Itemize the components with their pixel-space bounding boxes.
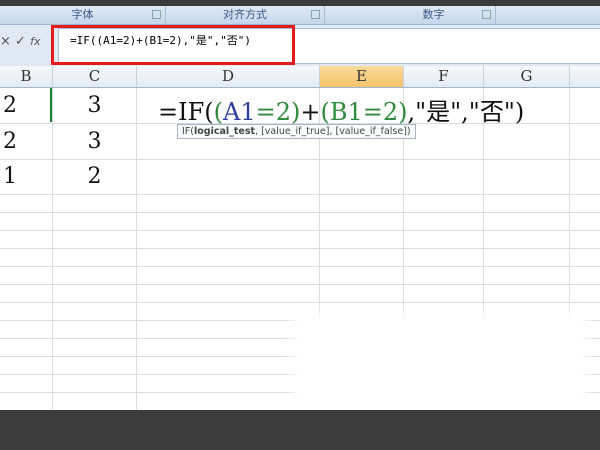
ribbon-group-number: 数字	[372, 6, 496, 24]
ribbon-group-font: 字体	[0, 6, 166, 24]
dialog-launcher-icon[interactable]	[152, 10, 161, 19]
formula-buttons: × ✓ fx	[0, 34, 40, 49]
blurred-region	[300, 320, 580, 410]
formula-part: ,"是","否")	[407, 98, 525, 126]
cell-c2[interactable]: 3	[53, 129, 136, 154]
formula-part: +	[300, 98, 321, 126]
dialog-launcher-icon[interactable]	[311, 10, 320, 19]
column-header-g[interactable]: G	[484, 66, 570, 88]
dialog-launcher-icon[interactable]	[482, 10, 491, 19]
tooltip-current-arg[interactable]: logical_test	[194, 126, 255, 137]
bottom-dark-bar	[0, 410, 600, 450]
cell-b1[interactable]: 2	[0, 93, 20, 118]
column-header-e[interactable]: E	[320, 66, 404, 88]
cell-b3[interactable]: 1	[0, 164, 20, 189]
column-header-h[interactable]	[570, 66, 600, 88]
ribbon-group-labels: 字体 对齐方式 数字	[0, 6, 600, 25]
function-icon[interactable]: fx	[30, 35, 40, 48]
column-header-d[interactable]: D	[137, 66, 320, 88]
highlight-box	[51, 25, 295, 65]
tooltip-fn[interactable]: IF(	[182, 126, 194, 137]
formula-part: =2)	[255, 98, 301, 126]
cell-c3[interactable]: 2	[53, 164, 136, 189]
group-label: 字体	[71, 8, 94, 21]
formula-ref-a1: A1	[222, 98, 256, 126]
formula-part: =IF(	[158, 98, 214, 126]
tooltip-args[interactable]: , [value_if_true], [value_if_false])	[255, 126, 411, 137]
ribbon-group-alignment: 对齐方式	[166, 6, 325, 24]
group-label: 数字	[422, 8, 445, 21]
formula-part: (	[213, 98, 223, 126]
function-tooltip: IF(logical_test, [value_if_true], [value…	[177, 124, 416, 139]
column-header-c[interactable]: C	[53, 66, 137, 88]
column-header-f[interactable]: F	[404, 66, 484, 88]
cell-c1[interactable]: 3	[53, 93, 136, 118]
cell-d1-editing-formula[interactable]: =IF((A1=2)+(B1=2),"是","否")	[158, 92, 525, 128]
cancel-icon[interactable]: ×	[0, 34, 11, 49]
enter-icon[interactable]: ✓	[15, 34, 26, 49]
column-header-b[interactable]: B	[0, 66, 53, 88]
cell-b2[interactable]: 2	[0, 129, 20, 154]
group-label: 对齐方式	[223, 8, 267, 21]
